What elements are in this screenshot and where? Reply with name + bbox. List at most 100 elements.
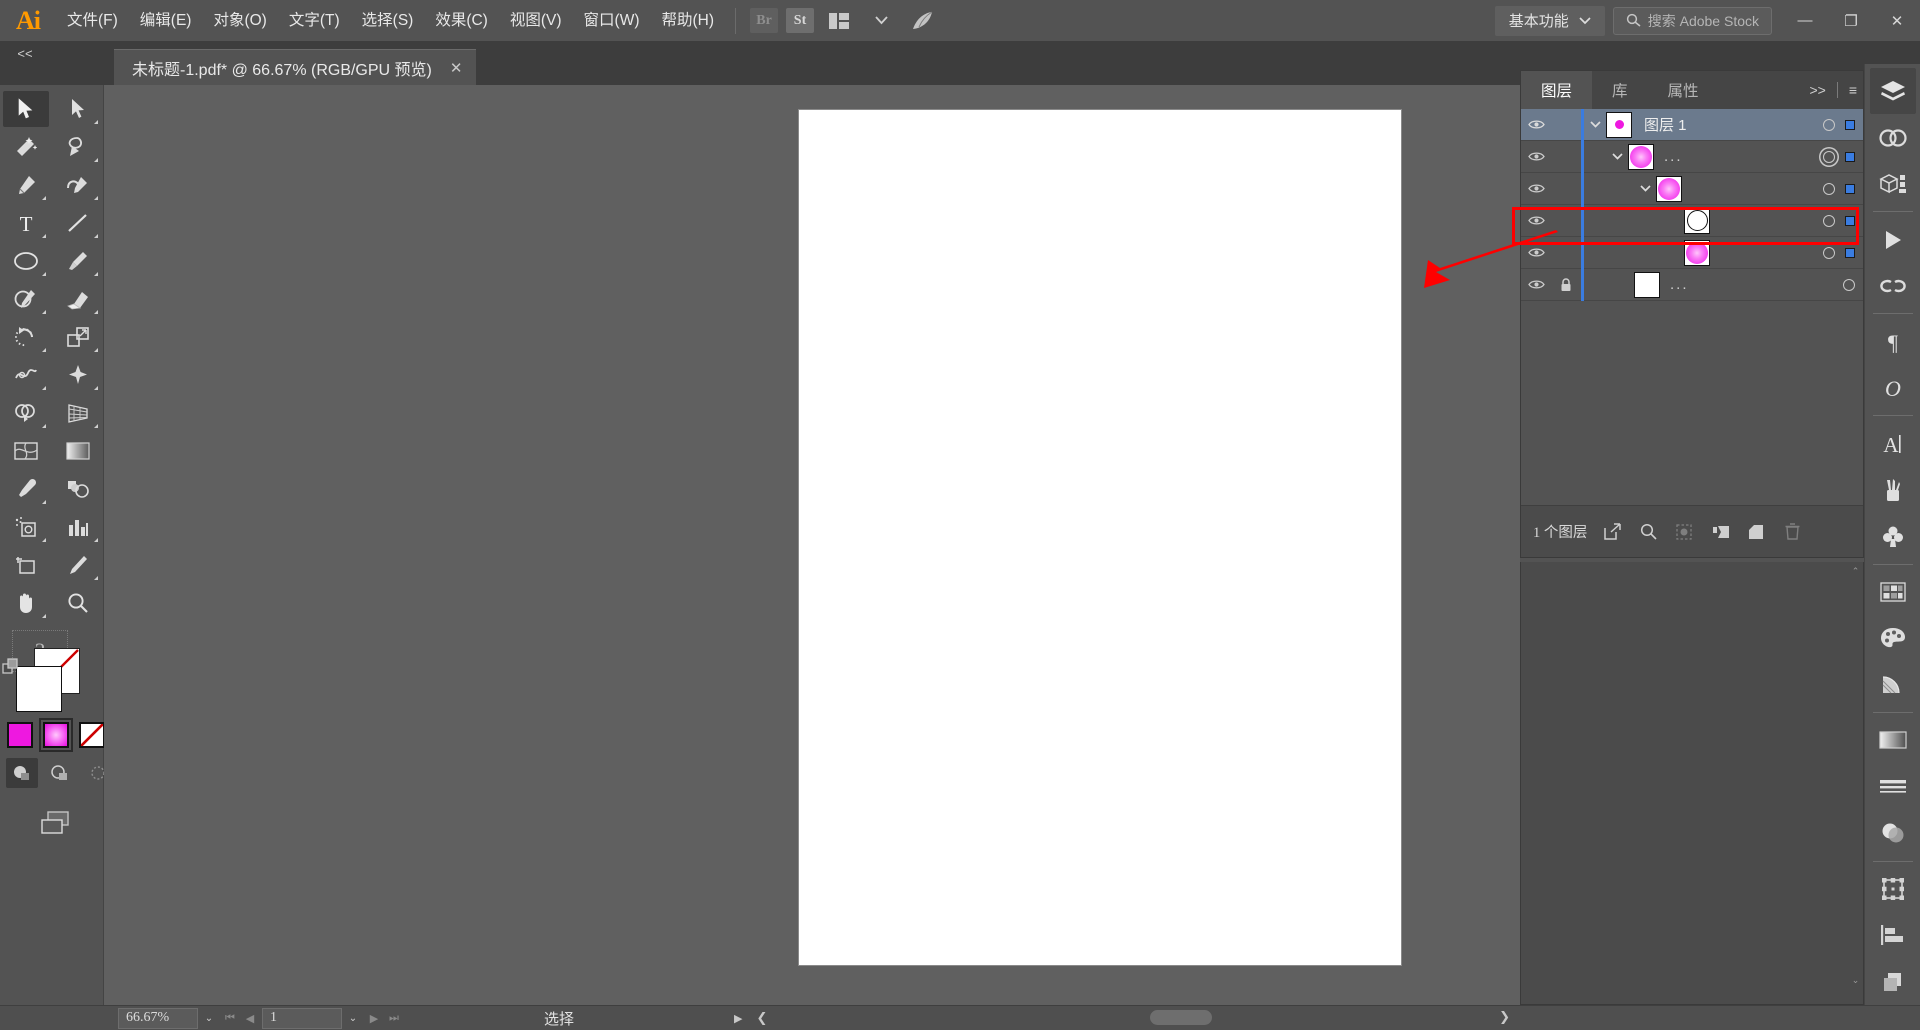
- close-icon[interactable]: ✕: [450, 59, 463, 77]
- type-tool[interactable]: T: [3, 205, 49, 241]
- bridge-icon[interactable]: Br: [750, 8, 779, 33]
- status-menu-arrow-icon[interactable]: ▶: [734, 1012, 742, 1025]
- brushes-rail-icon[interactable]: [1870, 467, 1916, 513]
- magic-wand-tool[interactable]: [3, 129, 49, 165]
- free-transform-tool[interactable]: [55, 357, 101, 393]
- tab-libraries[interactable]: 库: [1592, 71, 1648, 109]
- delete-selection-icon[interactable]: [1781, 521, 1803, 543]
- target-indicator-icon[interactable]: [1823, 215, 1835, 227]
- column-graph-tool[interactable]: [55, 509, 101, 545]
- paragraph-rail-icon[interactable]: ¶: [1870, 318, 1916, 364]
- menu-file[interactable]: 文件(F): [56, 0, 129, 41]
- status-scroll-right-icon[interactable]: ❯: [1499, 1009, 1510, 1025]
- eye-icon[interactable]: [1521, 215, 1551, 226]
- artboard-dropdown-icon[interactable]: ⌄: [342, 1013, 364, 1024]
- chevron-down-icon[interactable]: [1606, 153, 1628, 160]
- slice-tool[interactable]: [55, 547, 101, 583]
- illustrator-home-icon[interactable]: [906, 8, 940, 34]
- color-swatch[interactable]: [7, 722, 33, 748]
- glyphs-rail-icon[interactable]: A: [1870, 420, 1916, 466]
- window-restore-button[interactable]: ❐: [1828, 0, 1874, 41]
- scroll-up-icon[interactable]: ⌃: [1852, 566, 1860, 577]
- links-rail-icon[interactable]: [1870, 263, 1916, 309]
- stroke-rail-icon[interactable]: [1870, 764, 1916, 810]
- menu-effect[interactable]: 效果(C): [424, 0, 499, 41]
- change-screen-mode-icon[interactable]: [34, 808, 78, 838]
- panel-menu-icon[interactable]: ≡: [1849, 82, 1857, 98]
- table-row[interactable]: [1521, 236, 1863, 269]
- first-artboard-button[interactable]: ⏮: [220, 1012, 240, 1025]
- panel-scrollbar[interactable]: ⌃ ⌄: [1851, 566, 1860, 986]
- actions-rail-icon[interactable]: [1870, 216, 1916, 262]
- zoom-dropdown-icon[interactable]: ⌄: [198, 1013, 220, 1024]
- color-rail-icon[interactable]: [1870, 615, 1916, 661]
- align-rail-icon[interactable]: [1870, 912, 1916, 958]
- symbols-rail-icon[interactable]: [1870, 513, 1916, 559]
- menu-window[interactable]: 窗口(W): [573, 0, 651, 41]
- target-indicator-icon[interactable]: [1823, 151, 1835, 163]
- scale-tool[interactable]: [55, 319, 101, 355]
- gradient-tool[interactable]: [55, 433, 101, 469]
- blend-tool[interactable]: [55, 471, 101, 507]
- layer-name[interactable]: ...: [1670, 276, 1689, 293]
- last-artboard-button[interactable]: ⏭: [384, 1012, 404, 1025]
- layer-thumbnail[interactable]: [1656, 175, 1682, 202]
- locate-object-icon[interactable]: [1637, 521, 1659, 543]
- create-new-layer-icon[interactable]: [1745, 521, 1767, 543]
- scrollbar-thumb[interactable]: [1150, 1010, 1212, 1025]
- lasso-tool[interactable]: [55, 129, 101, 165]
- selection-square-indicator[interactable]: [1845, 152, 1855, 162]
- pathfinder-rail-icon[interactable]: [1870, 959, 1916, 1005]
- menu-edit[interactable]: 编辑(E): [129, 0, 203, 41]
- scroll-down-icon[interactable]: ⌄: [1852, 975, 1860, 986]
- shape-builder-tool[interactable]: [3, 395, 49, 431]
- layer-thumbnail[interactable]: [1684, 239, 1710, 266]
- layer-name[interactable]: 图层 1: [1644, 114, 1687, 135]
- selection-square-indicator[interactable]: [1845, 120, 1855, 130]
- menu-view[interactable]: 视图(V): [499, 0, 573, 41]
- tab-layers[interactable]: 图层: [1521, 71, 1593, 109]
- workspace-switcher[interactable]: 基本功能: [1494, 5, 1605, 36]
- table-row[interactable]: ...: [1521, 140, 1863, 173]
- selection-square-indicator[interactable]: [1845, 248, 1855, 258]
- artboard[interactable]: [799, 110, 1401, 965]
- layer-thumbnail[interactable]: [1606, 111, 1632, 138]
- draw-normal-icon[interactable]: [6, 758, 38, 788]
- curvature-tool[interactable]: [55, 167, 101, 203]
- window-close-button[interactable]: ✕: [1874, 0, 1920, 41]
- gradient-rail-icon[interactable]: [1870, 717, 1916, 763]
- target-indicator-icon[interactable]: [1823, 119, 1835, 131]
- color-guide-rail-icon[interactable]: [1870, 662, 1916, 708]
- eye-icon[interactable]: [1521, 151, 1551, 162]
- eyedropper-tool[interactable]: [3, 471, 49, 507]
- release-to-layers-icon[interactable]: [1601, 521, 1623, 543]
- menu-select[interactable]: 选择(S): [351, 0, 425, 41]
- document-tab[interactable]: 未标题-1.pdf* @ 66.67% (RGB/GPU 预览) ✕: [114, 49, 477, 85]
- collapse-panel-icon[interactable]: <<: [8, 41, 42, 65]
- search-adobe-stock-field[interactable]: 搜索 Adobe Stock: [1612, 6, 1772, 35]
- menu-object[interactable]: 对象(O): [202, 0, 277, 41]
- eraser-tool[interactable]: [55, 281, 101, 317]
- table-row[interactable]: ...: [1521, 268, 1863, 301]
- lock-icon[interactable]: [1551, 277, 1581, 292]
- gradient-swatch[interactable]: [39, 718, 73, 752]
- eye-icon[interactable]: [1521, 279, 1551, 290]
- target-indicator-icon[interactable]: [1843, 279, 1855, 291]
- canvas-area[interactable]: [104, 85, 1520, 1005]
- stock-icon[interactable]: St: [786, 8, 815, 33]
- zoom-level-field[interactable]: 66.67%: [118, 1007, 198, 1029]
- eye-icon[interactable]: [1521, 119, 1551, 130]
- menu-help[interactable]: 帮助(H): [650, 0, 725, 41]
- layers-rail-icon[interactable]: [1869, 68, 1916, 115]
- layer-thumbnail[interactable]: [1628, 143, 1654, 170]
- chevron-down-icon[interactable]: [1634, 185, 1656, 192]
- chevron-down-icon[interactable]: [864, 8, 898, 34]
- none-swatch[interactable]: [79, 722, 105, 748]
- zoom-tool[interactable]: [55, 585, 101, 621]
- selection-square-indicator[interactable]: [1845, 184, 1855, 194]
- window-minimize-button[interactable]: —: [1782, 0, 1828, 41]
- artboard-tool[interactable]: [3, 547, 49, 583]
- mesh-tool[interactable]: [3, 433, 49, 469]
- selection-tool[interactable]: [3, 91, 49, 127]
- eye-icon[interactable]: [1521, 183, 1551, 194]
